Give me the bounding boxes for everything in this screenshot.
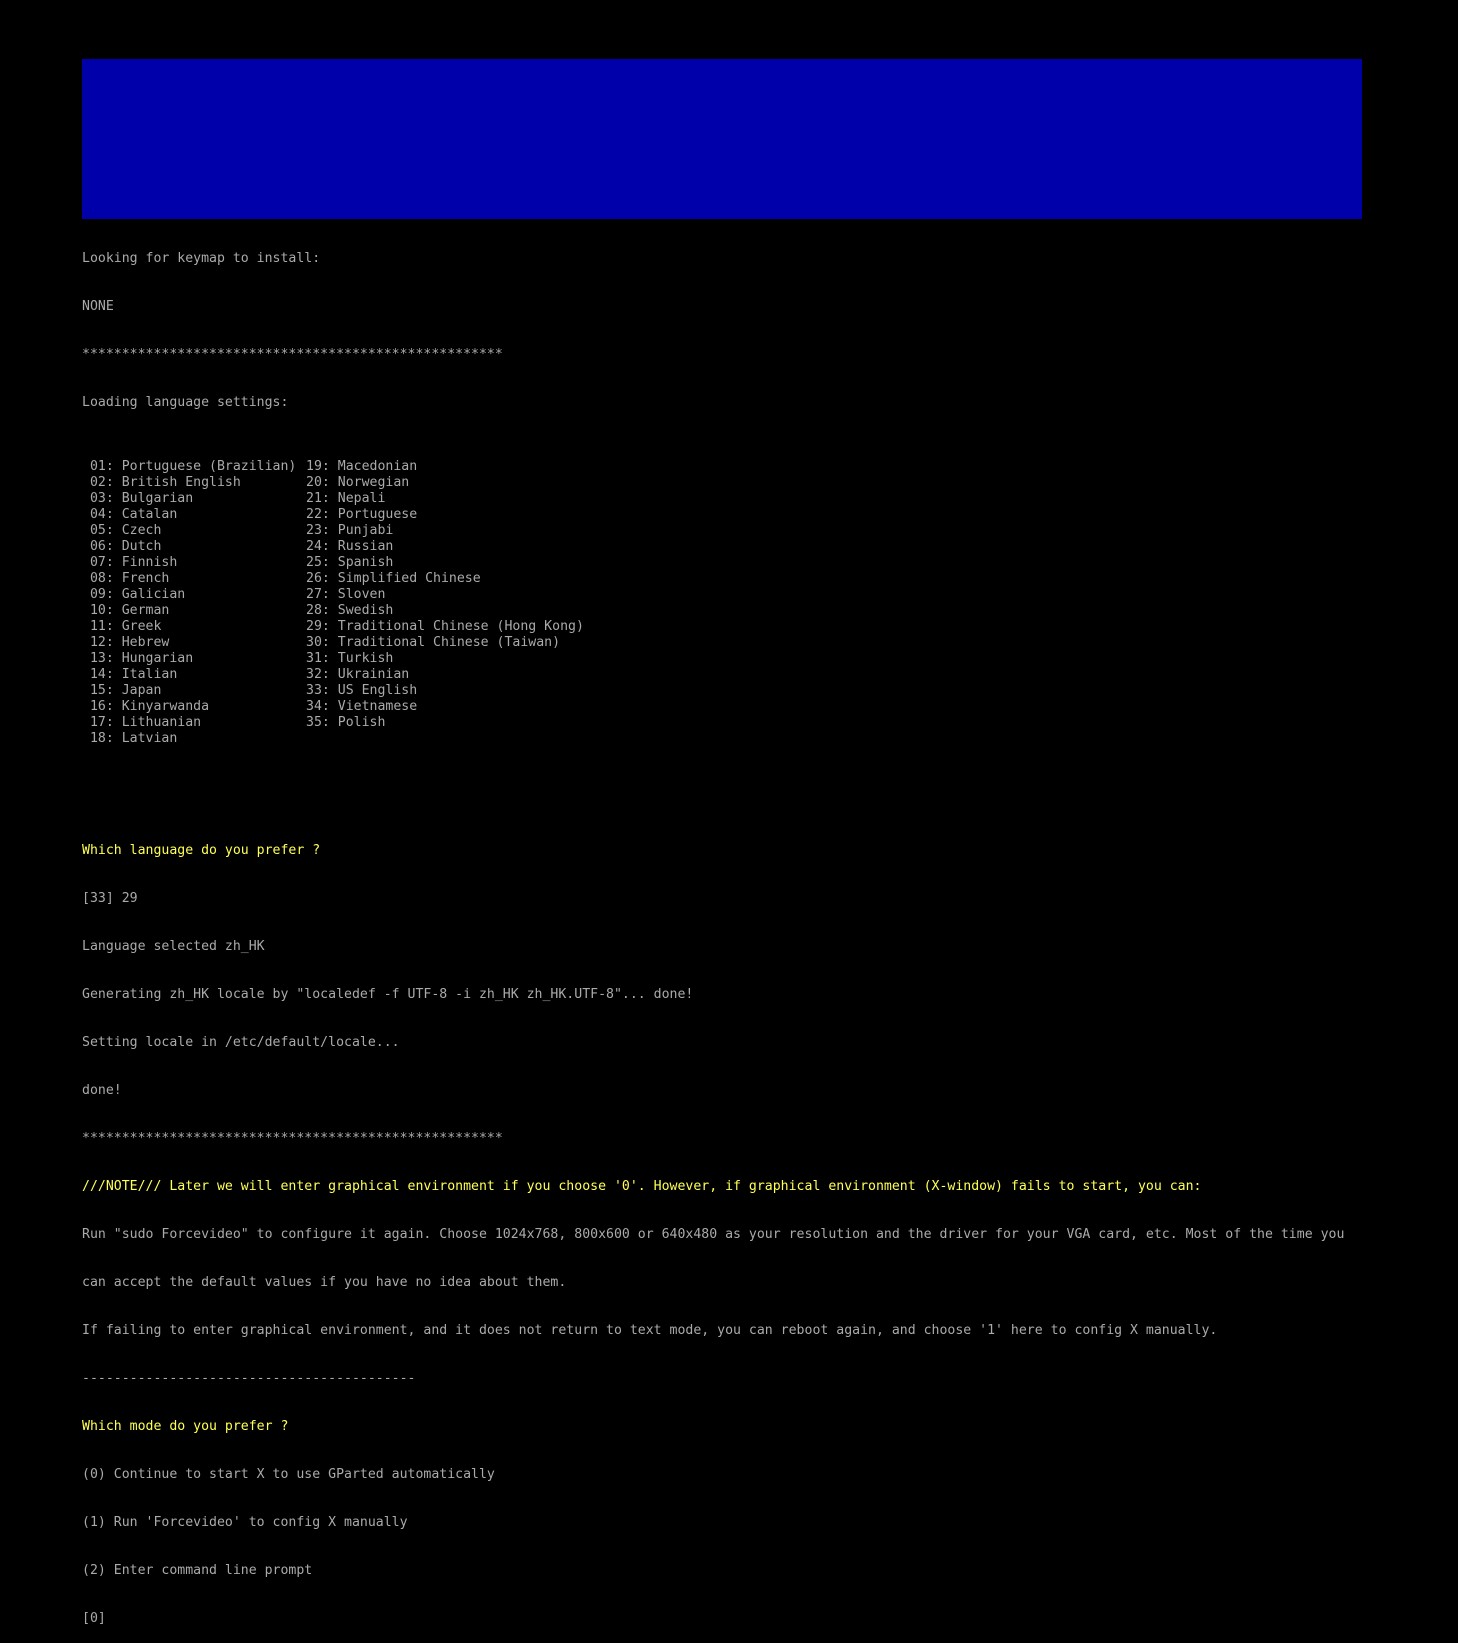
language-selected-message: Language selected zh_HK [82, 939, 265, 954]
language-option: 08: French [82, 571, 170, 586]
language-option: 21: Nepali [306, 491, 386, 506]
language-option: 29: Traditional Chinese (Hong Kong) [306, 619, 584, 634]
language-heading: Loading language settings: [82, 395, 289, 410]
language-option: 17: Lithuanian [82, 715, 202, 730]
language-option: 32: Ukrainian [306, 667, 410, 682]
language-row: 18: Latvian [82, 731, 1372, 747]
language-option: 09: Galician [82, 587, 186, 602]
language-option: 11: Greek [82, 619, 162, 634]
language-option: 20: Norwegian [306, 475, 410, 490]
mode-question: Which mode do you prefer ? [82, 1419, 289, 1434]
mode-input-prompt[interactable]: [0] [82, 1611, 1372, 1627]
language-option: 05: Czech [82, 523, 162, 538]
language-row: 04: Catalan 22: Portuguese [82, 507, 1372, 523]
language-option: 14: Italian [82, 667, 178, 682]
language-option: 06: Dutch [82, 539, 162, 554]
language-option: 31: Turkish [306, 651, 394, 666]
language-row: 09: Galician 27: Sloven [82, 587, 1372, 603]
language-row: 14: Italian 32: Ukrainian [82, 667, 1372, 683]
language-option: 34: Vietnamese [306, 699, 418, 714]
language-option: 27: Sloven [306, 587, 386, 602]
note-line: If failing to enter graphical environmen… [82, 1323, 1218, 1338]
mode-default-value: [0] [82, 1611, 106, 1626]
language-option: 16: Kinyarwanda [82, 699, 210, 714]
language-option: 10: German [82, 603, 170, 618]
language-row: 01: Portuguese (Brazilian) 19: Macedonian [82, 459, 1372, 475]
language-option: 24: Russian [306, 539, 394, 554]
language-row: 17: Lithuanian 35: Polish [82, 715, 1372, 731]
language-option: 01: Portuguese (Brazilian) [82, 459, 297, 474]
mode-option: (1) Run 'Forcevideo' to config X manuall… [82, 1515, 408, 1530]
language-option: 18: Latvian [82, 731, 178, 746]
mode-option: (2) Enter command line prompt [82, 1563, 313, 1578]
language-option: 28: Swedish [306, 603, 394, 618]
language-row: 02: British English 20: Norwegian [82, 475, 1372, 491]
language-question: Which language do you prefer ? [82, 843, 321, 858]
language-option: 19: Macedonian [306, 459, 418, 474]
note-headline: ///NOTE/// Later we will enter graphical… [82, 1179, 1202, 1194]
language-option: 23: Punjabi [306, 523, 394, 538]
language-row: 16: Kinyarwanda 34: Vietnamese [82, 699, 1372, 715]
language-option: 13: Hungarian [82, 651, 194, 666]
splash-banner [82, 59, 1362, 219]
language-option: 30: Traditional Chinese (Taiwan) [306, 635, 561, 650]
language-answer: [33] 29 [82, 891, 138, 906]
locale-setting-message: Setting locale in /etc/default/locale... [82, 1035, 400, 1050]
language-option: 07: Finnish [82, 555, 178, 570]
keymap-heading: Looking for keymap to install: [82, 251, 321, 266]
language-option: 35: Polish [306, 715, 386, 730]
language-option: 15: Japan [82, 683, 162, 698]
language-option: 12: Hebrew [82, 635, 170, 650]
mode-option: (0) Continue to start X to use GParted a… [82, 1467, 495, 1482]
language-option: 22: Portuguese [306, 507, 418, 522]
terminal-console[interactable]: Looking for keymap to install: NONE ****… [82, 219, 1372, 1643]
language-row: 03: Bulgarian 21: Nepali [82, 491, 1372, 507]
language-row: 13: Hungarian 31: Turkish [82, 651, 1372, 667]
separator-line: ****************************************… [82, 1131, 503, 1146]
note-line: Run "sudo Forcevideo" to configure it ag… [82, 1227, 1345, 1242]
language-option: 02: British English [82, 475, 241, 490]
language-row: 07: Finnish 25: Spanish [82, 555, 1372, 571]
language-option: 04: Catalan [82, 507, 178, 522]
dash-divider: ----------------------------------------… [82, 1371, 416, 1386]
language-row: 12: Hebrew 30: Traditional Chinese (Taiwa… [82, 635, 1372, 651]
language-option: 25: Spanish [306, 555, 394, 570]
language-row: 11: Greek 29: Traditional Chinese (Hong K… [82, 619, 1372, 635]
language-list: 01: Portuguese (Brazilian) 19: Macedonian… [82, 459, 1372, 747]
language-row: 05: Czech 23: Punjabi [82, 523, 1372, 539]
language-option: 03: Bulgarian [82, 491, 194, 506]
separator-line: ****************************************… [82, 347, 503, 362]
language-row: 15: Japan 33: US English [82, 683, 1372, 699]
language-row: 08: French 26: Simplified Chinese [82, 571, 1372, 587]
keymap-value: NONE [82, 299, 114, 314]
language-row: 06: Dutch 24: Russian [82, 539, 1372, 555]
note-line: can accept the default values if you hav… [82, 1275, 567, 1290]
language-row: 10: German 28: Swedish [82, 603, 1372, 619]
language-option: 26: Simplified Chinese [306, 571, 481, 586]
locale-generating-message: Generating zh_HK locale by "localedef -f… [82, 987, 694, 1002]
language-option: 33: US English [306, 683, 418, 698]
locale-done-message: done! [82, 1083, 122, 1098]
